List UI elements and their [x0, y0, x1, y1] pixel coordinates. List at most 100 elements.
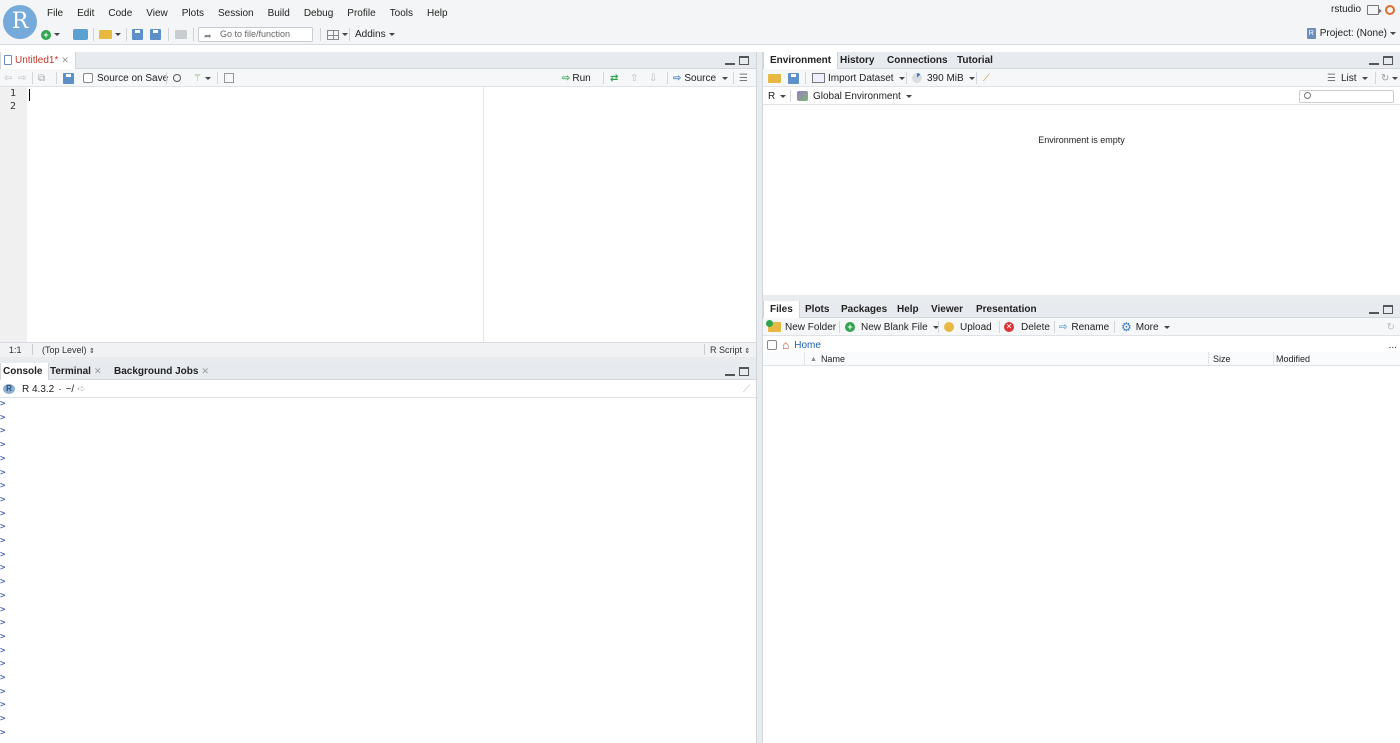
column-name[interactable]: ▲ Name: [810, 352, 845, 366]
tab-tutorial[interactable]: Tutorial: [951, 52, 999, 69]
tab-untitled1[interactable]: Untitled1* ✕: [0, 52, 76, 69]
save-workspace-button[interactable]: [788, 71, 799, 85]
menu-session[interactable]: Session: [211, 0, 261, 24]
refresh-files-button[interactable]: ↻: [1387, 320, 1395, 334]
menu-profile[interactable]: Profile: [340, 0, 382, 24]
menu-plots[interactable]: Plots: [175, 0, 211, 24]
toolbar-divider: [56, 72, 57, 84]
column-size[interactable]: Size: [1213, 352, 1231, 366]
import-dataset-button[interactable]: Import Dataset: [812, 71, 905, 85]
show-in-window-button[interactable]: ⧉: [38, 71, 45, 85]
go-to-directory-button[interactable]: ...: [1389, 338, 1397, 352]
file-type-selector[interactable]: R Script ⇕: [710, 345, 750, 355]
r-version-info: R R 4.3.2 · ~/ ➪: [3, 382, 86, 396]
view-mode-dropdown[interactable]: ☰ List: [1327, 71, 1368, 85]
code-tools-button[interactable]: ⚚: [193, 71, 211, 85]
refresh-environment-button[interactable]: ↻: [1381, 71, 1399, 85]
project-menu[interactable]: R Project: (None): [1306, 28, 1396, 39]
menu-edit[interactable]: Edit: [70, 0, 101, 24]
tab-packages[interactable]: Packages: [835, 301, 893, 318]
column-modified[interactable]: Modified: [1276, 352, 1310, 366]
maximize-icon[interactable]: [739, 56, 749, 65]
sign-out-icon[interactable]: [1367, 4, 1382, 15]
menu-tools[interactable]: Tools: [383, 0, 420, 24]
language-dropdown[interactable]: R: [768, 89, 787, 103]
go-up-button[interactable]: ⇧: [630, 71, 638, 85]
tab-environment[interactable]: Environment: [763, 52, 839, 69]
open-file-button[interactable]: [99, 27, 121, 42]
go-to-file-input[interactable]: ➦ Go to file/function: [198, 27, 313, 42]
power-icon[interactable]: [1385, 4, 1395, 15]
tab-presentation[interactable]: Presentation: [970, 301, 1043, 318]
print-button[interactable]: [175, 27, 187, 42]
run-button[interactable]: ⇨ Run: [562, 71, 591, 85]
tab-connections[interactable]: Connections: [881, 52, 954, 69]
menu-code[interactable]: Code: [101, 0, 139, 24]
tab-console[interactable]: Console: [0, 363, 50, 380]
menu-file[interactable]: File: [40, 0, 70, 24]
environment-dropdown[interactable]: Global Environment: [797, 89, 912, 103]
new-file-button[interactable]: +: [41, 27, 60, 42]
console-output[interactable]: > > > > > > > > > > > > > > > > > > > > > > > > >: [0, 398, 756, 743]
find-button[interactable]: [173, 71, 181, 85]
close-icon[interactable]: ✕: [94, 366, 102, 376]
menu-help[interactable]: Help: [420, 0, 455, 24]
go-to-dir-icon[interactable]: ➪: [77, 384, 85, 395]
tab-background-jobs[interactable]: Background Jobs ✕: [108, 363, 215, 380]
new-blank-file-button[interactable]: + New Blank File: [845, 320, 939, 334]
save-all-button[interactable]: [150, 27, 161, 42]
rerun-button[interactable]: ⇄: [610, 71, 618, 85]
code-editor[interactable]: [27, 87, 756, 342]
clear-workspace-button[interactable]: ⟋: [983, 71, 990, 85]
working-dir[interactable]: ~/: [66, 384, 75, 395]
maximize-icon[interactable]: [739, 367, 749, 376]
menu-debug[interactable]: Debug: [297, 0, 340, 24]
toolbar-divider: [1375, 72, 1376, 84]
new-folder-button[interactable]: New Folder: [766, 320, 836, 334]
environment-search-input[interactable]: [1299, 90, 1394, 103]
menu-view[interactable]: View: [139, 0, 175, 24]
minimize-icon[interactable]: [1369, 305, 1379, 314]
upload-button[interactable]: Upload: [944, 320, 992, 334]
vertical-splitter[interactable]: [756, 52, 763, 743]
new-project-button[interactable]: [73, 27, 88, 42]
minimize-icon[interactable]: [1369, 56, 1379, 65]
tab-terminal[interactable]: Terminal ✕: [44, 363, 107, 380]
tab-help[interactable]: Help: [891, 301, 925, 318]
chevron-down-icon: [1390, 32, 1396, 35]
save-source-button[interactable]: [63, 71, 74, 85]
select-all-checkbox[interactable]: [767, 338, 781, 352]
files-list[interactable]: [763, 366, 1400, 743]
tab-history[interactable]: History: [834, 52, 880, 69]
source-on-save-checkbox[interactable]: Source on Save: [83, 71, 168, 85]
tab-files[interactable]: Files: [763, 301, 800, 318]
source-button[interactable]: ⇨ Source: [673, 71, 729, 85]
scope-selector[interactable]: (Top Level) ⇕: [42, 345, 95, 355]
minimize-icon[interactable]: [725, 367, 735, 376]
go-down-button[interactable]: ⇩: [649, 71, 657, 85]
close-icon[interactable]: ✕: [61, 55, 69, 65]
forward-button[interactable]: ⇨: [18, 71, 26, 85]
tab-terminal-label: Terminal: [50, 366, 91, 377]
breadcrumb-home[interactable]: Home: [794, 340, 821, 351]
maximize-icon[interactable]: [1383, 305, 1393, 314]
addins-menu[interactable]: Addins: [355, 27, 395, 42]
back-button[interactable]: ⇦: [4, 71, 12, 85]
tab-viewer[interactable]: Viewer: [925, 301, 969, 318]
delete-button[interactable]: ✕ Delete: [1004, 320, 1050, 334]
maximize-icon[interactable]: [1383, 56, 1393, 65]
delete-icon: ✕: [1004, 322, 1014, 332]
workspace-panes-button[interactable]: [327, 27, 348, 42]
tab-plots[interactable]: Plots: [799, 301, 835, 318]
compile-report-button[interactable]: [224, 71, 234, 85]
document-outline-button[interactable]: ☰: [739, 71, 748, 85]
load-workspace-button[interactable]: [768, 71, 781, 85]
minimize-icon[interactable]: [725, 56, 735, 65]
memory-usage-button[interactable]: 390 MiB: [912, 71, 975, 85]
menu-build[interactable]: Build: [261, 0, 297, 24]
more-button[interactable]: ⚙ More: [1121, 320, 1170, 334]
rename-button[interactable]: ⇨ Rename: [1059, 320, 1109, 334]
clear-console-button[interactable]: ⟋: [743, 382, 750, 396]
save-button[interactable]: [132, 27, 143, 42]
close-icon[interactable]: ✕: [201, 366, 209, 376]
